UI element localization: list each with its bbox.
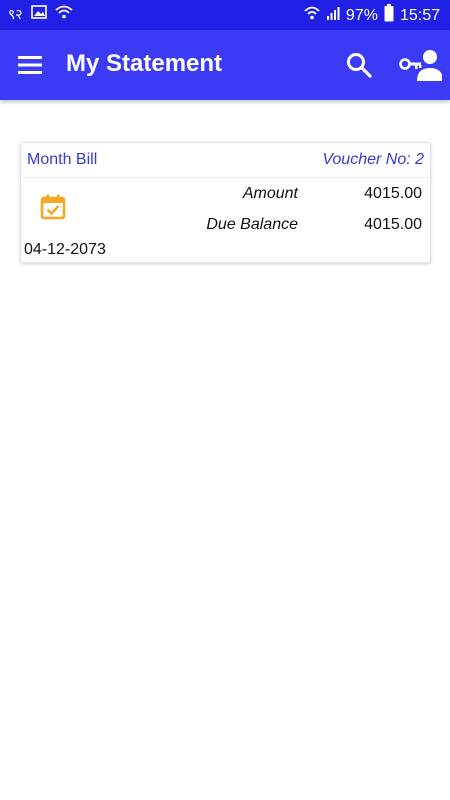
- cell-signal-icon: [326, 5, 340, 26]
- status-bar: ९२ 97% 15:57: [0, 0, 450, 30]
- status-bar-left: ९२: [8, 5, 73, 24]
- clock: 15:57: [399, 6, 440, 24]
- voucher-number: Voucher No: 2: [322, 151, 424, 168]
- gallery-notification-icon: [30, 5, 47, 24]
- wifi-signal-icon: [304, 5, 320, 26]
- wifi-notification-icon: [54, 5, 73, 24]
- status-bar-right: 97% 15:57: [304, 4, 440, 27]
- app-bar: My Statement: [0, 30, 450, 100]
- card-header: Month Bill Voucher No: 2: [21, 143, 430, 178]
- calendar-check-icon: [39, 193, 67, 221]
- battery-icon: [384, 4, 394, 27]
- amount-value: 4015.00: [364, 185, 422, 202]
- user-key-icon[interactable]: [398, 48, 443, 82]
- carrier-text: ९२: [8, 6, 23, 22]
- statement-card[interactable]: Month Bill Voucher No: 2 Amount 4015.00 …: [20, 142, 431, 263]
- battery-percent: 97%: [345, 6, 378, 24]
- page-title: My Statement: [66, 50, 223, 77]
- search-icon[interactable]: [344, 50, 374, 80]
- due-balance-label: Due Balance: [206, 216, 298, 233]
- amount-label: Amount: [242, 185, 298, 202]
- due-balance-value: 4015.00: [364, 216, 422, 233]
- hamburger-menu-icon[interactable]: [16, 52, 44, 78]
- statement-date: 04-12-2073: [24, 241, 106, 258]
- bill-type: Month Bill: [27, 151, 98, 168]
